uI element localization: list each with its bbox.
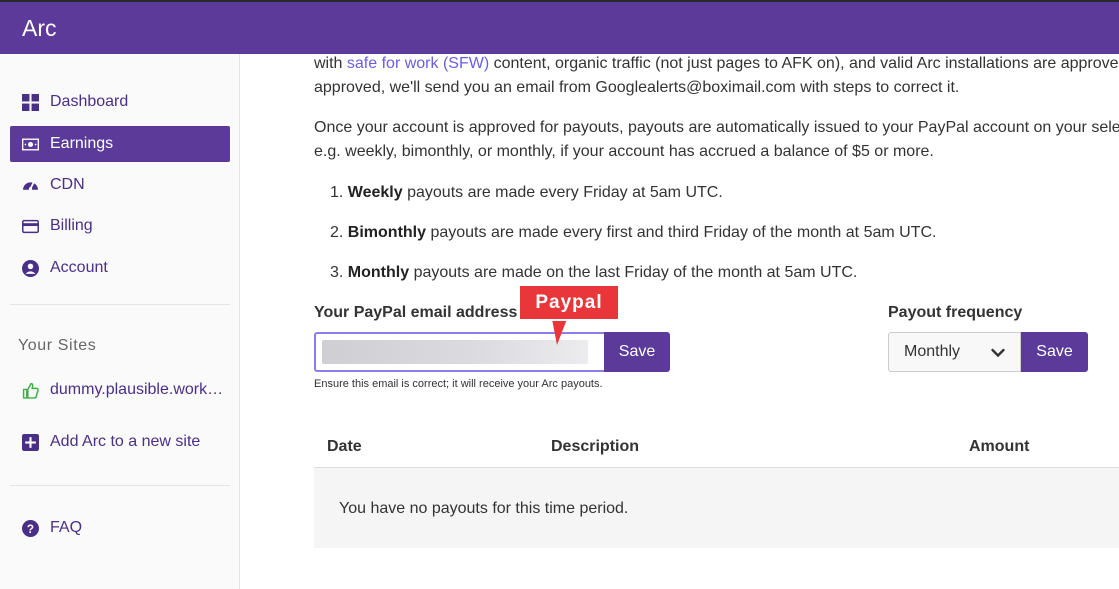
sidebar-item-dashboard[interactable]: Dashboard	[10, 84, 230, 120]
paypal-callout: Paypal	[518, 284, 620, 321]
save-email-button[interactable]: Save	[604, 332, 670, 372]
paragraph-payouts: Once your account is approved for payout…	[314, 116, 1119, 164]
text: with	[314, 55, 347, 72]
sidebar-item-faq[interactable]: ? FAQ	[10, 510, 230, 546]
thumbs-up-icon	[22, 382, 39, 399]
column-header-amount[interactable]: Amount	[969, 438, 1029, 456]
sidebar-item-cdn[interactable]: CDN	[10, 167, 230, 203]
text: Once your account is approved for payout…	[314, 119, 1119, 136]
user-circle-icon	[22, 259, 39, 277]
text: approved, we'll send you an email from G…	[314, 79, 960, 96]
sidebar-item-billing[interactable]: Billing	[10, 208, 230, 244]
your-sites-heading: Your Sites	[18, 337, 97, 354]
empty-message: You have no payouts for this time period…	[339, 500, 629, 517]
column-header-date[interactable]: Date	[327, 438, 362, 456]
sidebar-item-label: Add Arc to a new site	[50, 433, 201, 450]
sidebar-item-label: FAQ	[50, 519, 83, 536]
callout-pointer	[552, 319, 567, 345]
sidebar-item-site[interactable]: dummy.plausible.work…	[10, 372, 230, 408]
plus-square-icon	[22, 433, 39, 451]
sidebar: Dashboard Earnings CDN Billing Account Y…	[0, 54, 240, 589]
speedometer-icon	[22, 177, 39, 194]
save-frequency-button[interactable]: Save	[1021, 332, 1088, 372]
table-empty-row: You have no payouts for this time period…	[314, 468, 1119, 548]
list-item: 2. Bimonthly payouts are made every firs…	[330, 224, 937, 241]
sidebar-item-label: dummy.plausible.work…	[50, 381, 224, 398]
email-hint: Ensure this email is correct; it will re…	[314, 378, 603, 390]
chevron-down-icon	[991, 348, 1005, 358]
column-header-description[interactable]: Description	[551, 438, 639, 456]
payout-frequency-select[interactable]: Monthly	[888, 332, 1021, 372]
svg-text:?: ?	[27, 522, 34, 535]
sidebar-item-label: CDN	[50, 176, 85, 193]
paragraph-approval: with safe for work (SFW) content, organi…	[314, 54, 1119, 100]
credit-card-icon	[22, 218, 39, 235]
sidebar-divider	[10, 304, 230, 305]
payout-frequency-label: Payout frequency	[888, 304, 1023, 321]
money-icon	[22, 136, 39, 153]
sidebar-item-label: Account	[50, 259, 108, 276]
redacted-email	[322, 340, 588, 364]
main-content: with safe for work (SFW) content, organi…	[240, 54, 1119, 589]
selected-value: Monthly	[904, 343, 961, 360]
sidebar-item-label: Billing	[50, 217, 93, 234]
text: content, organic traffic (not just pages…	[489, 55, 1119, 72]
app-title[interactable]: Arc	[22, 15, 57, 42]
sfw-link[interactable]: safe for work (SFW)	[347, 55, 489, 72]
sidebar-item-label: Dashboard	[50, 93, 129, 110]
text: e.g. weekly, bimonthly, or monthly, if y…	[314, 143, 934, 160]
list-item: 1. Weekly payouts are made every Friday …	[330, 184, 723, 201]
question-circle-icon: ?	[22, 519, 39, 537]
sidebar-divider	[10, 485, 230, 486]
sidebar-item-earnings[interactable]: Earnings	[10, 126, 230, 162]
paypal-email-label: Your PayPal email address:	[314, 304, 523, 321]
list-item: 3. Monthly payouts are made on the last …	[330, 264, 858, 281]
top-bar: Arc	[0, 0, 1119, 54]
sidebar-item-label: Earnings	[50, 135, 114, 152]
dashboard-icon	[22, 93, 39, 111]
add-site-button[interactable]: Add Arc to a new site	[10, 424, 230, 460]
sidebar-item-account[interactable]: Account	[10, 250, 230, 286]
